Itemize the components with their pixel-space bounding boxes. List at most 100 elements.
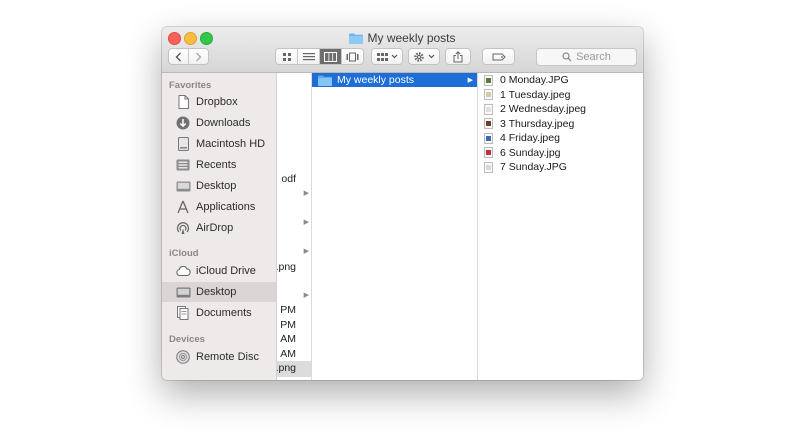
file-row[interactable]: 6 Sunday.jpg <box>484 146 561 160</box>
gear-icon <box>414 51 424 62</box>
icon-view-button[interactable] <box>276 49 298 64</box>
share-button[interactable] <box>445 48 471 65</box>
sidebar-item-label: Applications <box>196 201 256 213</box>
sidebar-item-label: iCloud Drive <box>196 265 256 277</box>
sidebar-item-dropbox[interactable]: Dropbox <box>162 92 276 112</box>
view-mode-control <box>275 48 364 65</box>
arrange-button[interactable] <box>371 48 403 65</box>
image-thumbnail-icon <box>484 103 493 115</box>
image-thumbnail-icon <box>484 161 493 173</box>
folder-row-my-weekly-posts[interactable]: My weekly posts ▶ <box>312 73 477 87</box>
file-name-fragment[interactable]: .png <box>277 362 296 374</box>
chevron-down-icon <box>391 54 397 59</box>
action-button[interactable] <box>408 48 440 65</box>
chevron-right-icon: ▶ <box>303 292 309 299</box>
file-name: 1 Tuesday.jpeg <box>500 88 571 101</box>
image-thumbnail-icon <box>484 118 493 129</box>
file-name: 0 Monday.JPG <box>500 74 569 86</box>
documents-icon <box>175 305 191 321</box>
sidebar-item-label: Recents <box>196 159 237 171</box>
sidebar-header-favorites: Favorites <box>169 80 212 91</box>
applications-icon <box>175 199 191 215</box>
airdrop-icon <box>175 220 191 236</box>
search-icon <box>562 52 572 62</box>
file-row[interactable]: 4 Friday.jpeg <box>484 131 560 145</box>
hard-drive-icon <box>175 136 191 152</box>
chevron-right-icon: ▶ <box>467 77 473 84</box>
tags-button[interactable] <box>482 48 515 65</box>
search-field[interactable]: Search <box>536 48 637 66</box>
desktop-icon <box>175 178 191 194</box>
sidebar-item-label: Dropbox <box>196 96 238 108</box>
column-desktop: My weekly posts ▶ <box>312 73 478 380</box>
file-row[interactable]: 2 Wednesday.jpeg <box>484 102 586 116</box>
folder-name: My weekly posts <box>337 74 415 86</box>
chevron-right-icon: ▶ <box>303 248 309 255</box>
file-date-fragment[interactable]: AM <box>280 348 296 360</box>
folder-icon <box>318 75 332 86</box>
chevron-down-icon <box>428 54 435 59</box>
image-thumbnail-icon <box>484 132 493 144</box>
search-placeholder: Search <box>576 51 611 63</box>
sidebar-item-recents[interactable]: Recents <box>162 155 276 175</box>
dropbox-icon <box>175 94 191 110</box>
desktop-icon <box>175 284 191 300</box>
cloud-icon <box>175 263 191 279</box>
column-view-button[interactable] <box>320 49 342 64</box>
sidebar-header-icloud: iCloud <box>169 248 199 259</box>
image-thumbnail-icon <box>484 89 493 100</box>
chevron-right-icon <box>196 52 202 61</box>
sidebar-item-applications[interactable]: Applications <box>162 197 276 217</box>
sidebar-item-icloud-drive[interactable]: iCloud Drive <box>162 261 276 281</box>
sidebar-item-remote-disc[interactable]: Remote Disc <box>162 347 276 367</box>
file-name-fragment[interactable]: odf <box>281 173 296 185</box>
list-icon <box>302 52 315 60</box>
image-thumbnail-icon <box>484 74 493 86</box>
sidebar-header-devices: Devices <box>169 334 205 345</box>
file-date-fragment[interactable]: PM <box>280 304 296 316</box>
sidebar-item-icloud-desktop[interactable]: Desktop <box>162 282 276 302</box>
back-button[interactable] <box>169 49 189 64</box>
column-parent: odf ▶ ▶ ▶ .png ▶ PM PM AM AM .png ▶ <box>277 73 312 380</box>
chevron-left-icon <box>175 52 181 61</box>
back-forward-control <box>168 48 209 65</box>
file-date-fragment[interactable]: AM <box>280 333 296 345</box>
sidebar-item-label: Desktop <box>196 286 237 298</box>
gallery-icon <box>346 52 359 61</box>
file-name: 6 Sunday.jpg <box>500 146 561 159</box>
forward-button[interactable] <box>189 49 208 64</box>
file-name: 4 Friday.jpeg <box>500 132 560 144</box>
file-name-fragment[interactable]: .png <box>277 261 296 273</box>
sidebar-item-label: AirDrop <box>196 222 234 234</box>
file-name: 2 Wednesday.jpeg <box>500 103 587 115</box>
file-date-fragment[interactable]: PM <box>280 319 296 331</box>
gallery-view-button[interactable] <box>342 49 363 64</box>
file-name: 7 Sunday.JPG <box>500 161 567 173</box>
icon-grid-icon <box>282 52 291 61</box>
columns-icon <box>324 51 337 62</box>
list-view-button[interactable] <box>298 49 320 64</box>
sidebar-item-label: Documents <box>196 307 252 319</box>
file-row[interactable]: 3 Thursday.jpeg <box>484 117 574 131</box>
file-name: 3 Thursday.jpeg <box>500 117 575 130</box>
arrange-grid-icon <box>376 52 388 61</box>
sidebar-item-macintosh-hd[interactable]: Macintosh HD <box>162 134 276 154</box>
tag-icon <box>492 53 506 60</box>
sidebar-item-label: Remote Disc <box>196 351 259 363</box>
sidebar-item-documents[interactable]: Documents <box>162 303 276 323</box>
sidebar-item-label: Downloads <box>196 117 251 129</box>
finder-window: My weekly posts Search Favorites Dropbox… <box>162 27 643 380</box>
file-row[interactable]: 0 Monday.JPG <box>484 73 569 87</box>
sidebar-item-label: Desktop <box>196 180 237 192</box>
share-icon <box>453 50 463 62</box>
file-row[interactable]: 1 Tuesday.jpeg <box>484 88 570 102</box>
sidebar-item-airdrop[interactable]: AirDrop <box>162 218 276 238</box>
sidebar-item-desktop[interactable]: Desktop <box>162 176 276 196</box>
sidebar-item-label: Macintosh HD <box>196 138 266 150</box>
chevron-right-icon: ▶ <box>303 190 309 197</box>
recents-icon <box>175 157 191 173</box>
image-thumbnail-icon <box>484 147 493 158</box>
sidebar-item-downloads[interactable]: Downloads <box>162 113 276 133</box>
file-row[interactable]: 7 Sunday.JPG <box>484 160 567 174</box>
sidebar: Favorites Dropbox Downloads Macintosh HD… <box>162 73 277 380</box>
